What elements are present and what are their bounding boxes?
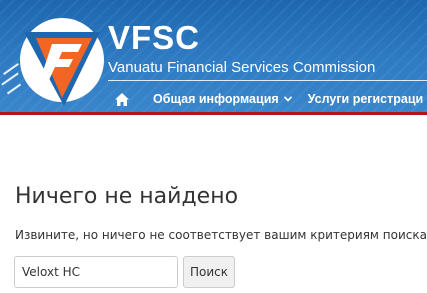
nav-item-general-info[interactable]: Общая информация xyxy=(153,92,292,106)
site-subtitle: Vanuatu Financial Services Commission xyxy=(108,59,376,76)
chevron-down-icon xyxy=(283,96,292,102)
site-header: VFSC Vanuatu Financial Services Commissi… xyxy=(0,0,427,112)
main-nav: Общая информация Услуги регистраци xyxy=(108,88,423,110)
header-divider xyxy=(108,80,427,81)
vfsc-logo[interactable] xyxy=(0,8,112,110)
no-results-message: Извините, но ничего не соответствует ваш… xyxy=(15,228,427,242)
nav-item-label: Общая информация xyxy=(153,92,279,106)
site-title[interactable]: VFSC xyxy=(108,20,200,56)
nav-item-registration-services[interactable]: Услуги регистраци xyxy=(308,92,424,106)
search-button[interactable]: Поиск xyxy=(183,256,235,288)
home-icon[interactable] xyxy=(115,92,129,106)
header-accent-line xyxy=(0,112,427,115)
page-title: Ничего не найдено xyxy=(15,184,239,209)
search-input[interactable] xyxy=(14,256,178,288)
nav-item-label: Услуги регистраци xyxy=(307,92,424,106)
